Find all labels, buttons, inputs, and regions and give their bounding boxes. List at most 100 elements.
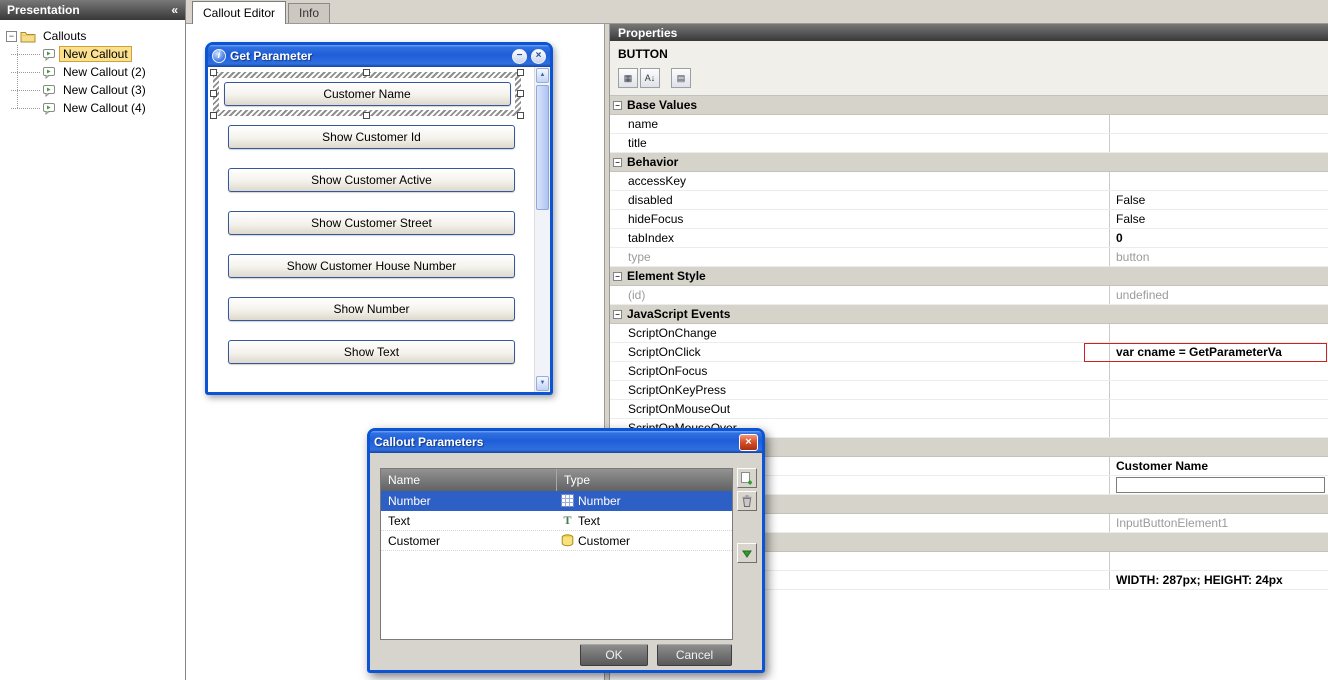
property-name: name <box>610 115 1110 133</box>
tree-item-new-callout[interactable]: New Callout <box>6 45 185 63</box>
property-row[interactable]: accessKey <box>610 172 1328 191</box>
scroll-up-icon[interactable]: ▲ <box>536 68 549 83</box>
collapse-icon[interactable]: − <box>613 310 622 319</box>
collapse-panel-icon[interactable]: « <box>171 3 178 17</box>
selection-handle[interactable] <box>210 112 217 119</box>
category-label: Element Style <box>627 269 706 283</box>
selection-handle[interactable] <box>517 90 524 97</box>
collapse-icon[interactable]: − <box>613 272 622 281</box>
vertical-scrollbar[interactable]: ▲ ▼ <box>534 67 550 392</box>
callout-parameters-title: Callout Parameters <box>374 435 735 449</box>
property-row[interactable]: ScriptOnFocus <box>610 362 1328 381</box>
selection-frame-inner: Customer Name <box>219 78 515 110</box>
property-row[interactable]: typebutton <box>610 248 1328 267</box>
property-category-row[interactable]: −JavaScript Events <box>610 305 1328 324</box>
property-value: Customer Name <box>1110 457 1328 475</box>
param-type: Customer <box>557 534 732 548</box>
selected-object-type: BUTTON <box>618 47 1320 61</box>
property-name: title <box>610 134 1110 152</box>
form-button-show-customer-id[interactable]: Show Customer Id <box>228 125 515 149</box>
text-type-icon: T <box>561 513 574 528</box>
property-value: WIDTH: 287px; HEIGHT: 24px <box>1110 571 1328 589</box>
property-row[interactable]: hideFocusFalse <box>610 210 1328 229</box>
move-down-button[interactable] <box>737 543 757 563</box>
table-row-customer[interactable]: Customer Customer <box>381 531 732 551</box>
tree-item-new-callout-3[interactable]: New Callout (3) <box>6 81 185 99</box>
cancel-button[interactable]: Cancel <box>657 644 732 666</box>
table-row-number[interactable]: Number Number <box>381 491 732 511</box>
property-row[interactable]: ScriptOnKeyPress <box>610 381 1328 400</box>
callout-parameters-titlebar[interactable]: Callout Parameters × <box>370 431 762 453</box>
close-button[interactable]: × <box>531 49 546 64</box>
property-value <box>1110 172 1328 190</box>
property-name: tabIndex <box>610 229 1110 247</box>
minimize-button[interactable]: − <box>512 49 527 64</box>
get-parameter-title: Get Parameter <box>230 49 508 63</box>
property-row[interactable]: ScriptOnMouseOut <box>610 400 1328 419</box>
parameters-table-header: Name Type <box>381 469 732 491</box>
collapse-icon[interactable]: − <box>613 158 622 167</box>
delete-parameter-button[interactable] <box>737 491 757 511</box>
form-button-show-customer-street[interactable]: Show Customer Street <box>228 211 515 235</box>
property-value: InputButtonElement1 <box>1110 514 1328 532</box>
property-row[interactable]: ScriptOnChange <box>610 324 1328 343</box>
property-category-row[interactable]: −Element Style <box>610 267 1328 286</box>
property-row[interactable]: title <box>610 134 1328 153</box>
selection-handle[interactable] <box>363 112 370 119</box>
presentation-panel: Presentation « − Callouts New Callout Ne… <box>0 0 186 680</box>
tree-item-label: New Callout (2) <box>59 64 150 80</box>
property-category-row[interactable]: −Base Values <box>610 96 1328 115</box>
selection-frame[interactable]: Customer Name <box>213 72 521 116</box>
scrollbar-thumb[interactable] <box>536 85 549 210</box>
selection-handle[interactable] <box>517 69 524 76</box>
trash-icon <box>740 494 754 508</box>
selection-handle[interactable] <box>210 69 217 76</box>
property-name: disabled <box>610 191 1110 209</box>
tree-item-new-callout-4[interactable]: New Callout (4) <box>6 99 185 117</box>
sort-alphabetical-icon[interactable]: A↓ <box>640 68 660 88</box>
tab-callout-editor[interactable]: Callout Editor <box>192 1 286 24</box>
property-value-input[interactable] <box>1116 477 1325 493</box>
table-row-text[interactable]: Text T Text <box>381 511 732 531</box>
get-parameter-titlebar[interactable]: i Get Parameter − × <box>208 45 550 67</box>
selection-handle[interactable] <box>363 69 370 76</box>
add-parameter-button[interactable] <box>737 468 757 488</box>
form-button-show-customer-house-number[interactable]: Show Customer House Number <box>228 254 515 278</box>
property-value <box>1110 552 1328 570</box>
tree-item-label: New Callout (4) <box>59 100 150 116</box>
tab-info[interactable]: Info <box>288 3 330 23</box>
tree-expander-icon[interactable]: − <box>6 31 17 42</box>
property-name: ScriptOnFocus <box>610 362 1110 380</box>
property-row[interactable]: (id)undefined <box>610 286 1328 305</box>
properties-subheader: BUTTON ▦ A↓ ▤ <box>610 41 1328 96</box>
ok-button[interactable]: OK <box>580 644 648 666</box>
property-name: ScriptOnKeyPress <box>610 381 1110 399</box>
categorized-icon[interactable]: ▦ <box>618 68 638 88</box>
category-label: Base Values <box>627 98 697 112</box>
properties-panel-header: Properties <box>610 24 1328 41</box>
collapse-icon[interactable]: − <box>613 101 622 110</box>
callout-tree: − Callouts New Callout New Callout (2) N… <box>0 20 185 117</box>
form-button-show-number[interactable]: Show Number <box>228 297 515 321</box>
get-parameter-body: Customer Name Show Customer Id Show Cust… <box>208 67 550 392</box>
property-row[interactable]: disabledFalse <box>610 191 1328 210</box>
property-value <box>1110 419 1328 437</box>
arrow-down-icon <box>740 546 754 560</box>
property-row[interactable]: name <box>610 115 1328 134</box>
form-button-show-text[interactable]: Show Text <box>228 340 515 364</box>
selection-handle[interactable] <box>210 90 217 97</box>
property-row-script-on-click[interactable]: ScriptOnClickvar cname = GetParameterVa <box>610 343 1328 362</box>
form-button-customer-name[interactable]: Customer Name <box>224 82 511 106</box>
selection-handle[interactable] <box>517 112 524 119</box>
scroll-down-icon[interactable]: ▼ <box>536 376 549 391</box>
close-icon[interactable]: × <box>739 434 758 451</box>
property-pages-icon[interactable]: ▤ <box>671 68 691 88</box>
form-button-show-customer-active[interactable]: Show Customer Active <box>228 168 515 192</box>
category-label: JavaScript Events <box>627 307 730 321</box>
properties-panel-title: Properties <box>618 26 1320 40</box>
tree-item-new-callout-2[interactable]: New Callout (2) <box>6 63 185 81</box>
property-category-row[interactable]: −Behavior <box>610 153 1328 172</box>
tree-root-callouts[interactable]: − Callouts <box>6 27 185 45</box>
property-row[interactable]: tabIndex0 <box>610 229 1328 248</box>
property-value <box>1110 362 1328 380</box>
